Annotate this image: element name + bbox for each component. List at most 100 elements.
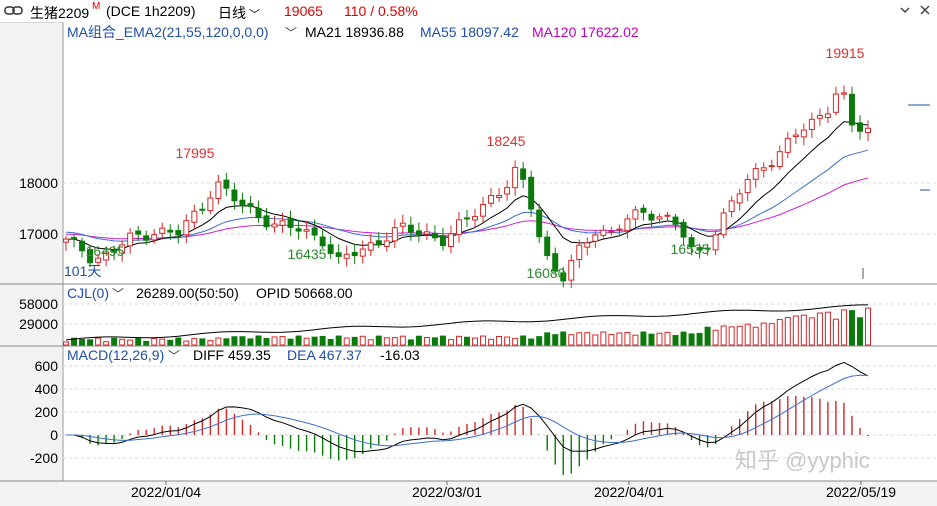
volume-bar (143, 340, 150, 346)
volume-bar (792, 315, 799, 346)
exchange-info: (DCE 1h2209) (106, 3, 196, 19)
candle-body (255, 207, 262, 219)
candle-body (752, 168, 759, 180)
candle-body (303, 229, 310, 232)
volume-bar (784, 317, 791, 346)
volume-bar (664, 331, 671, 346)
volume-bar (119, 338, 126, 346)
opid-value: OPID 50668.00 (256, 285, 353, 301)
chevron-down-icon[interactable]: ﹀ (112, 287, 124, 301)
candle-body (608, 230, 615, 233)
volume-bar (327, 338, 334, 346)
ma120-label: MA120 17622.02 (532, 24, 639, 40)
volume-bar (399, 335, 406, 346)
volume-bar (720, 325, 727, 346)
candle-body (151, 234, 158, 241)
candle-body (544, 236, 551, 256)
link-icon[interactable] (4, 4, 24, 20)
candle-body (520, 168, 527, 180)
candle-body (327, 244, 334, 254)
candle-body (496, 194, 503, 199)
volume-bar (656, 332, 663, 346)
symbol-name[interactable]: 生猪2209 (30, 3, 89, 23)
volume-bar (407, 339, 414, 346)
volume-bar (808, 317, 815, 346)
candle-body (865, 127, 871, 133)
volume-bar (375, 335, 382, 346)
y-tick-label: 400 (35, 381, 59, 397)
candle-body (455, 219, 462, 236)
y-tick-labels: 18000 17000 58000 29000 600 400 200 0 -200 (19, 175, 58, 466)
volume-bar (824, 311, 831, 346)
volume-bar (199, 338, 206, 346)
chevron-down-icon[interactable]: ﹀ (285, 26, 297, 40)
candle-body (712, 234, 719, 251)
volume-bar (415, 335, 422, 346)
volume-bar (127, 339, 134, 346)
candle-body (832, 93, 839, 113)
candle-body (423, 231, 430, 235)
candle-body (632, 209, 639, 220)
volume-bar (359, 335, 366, 346)
candle-body (648, 213, 655, 221)
volume-bar (295, 335, 302, 346)
volume-bar (103, 341, 110, 346)
chevron-down-icon[interactable]: ﹀ (168, 349, 180, 363)
candle-body (592, 234, 599, 242)
price-annotation: 16495 (86, 243, 125, 259)
volume-bar (560, 331, 567, 346)
close-icon[interactable] (918, 3, 932, 20)
x-axis-label: 2022/01/04 (131, 484, 201, 500)
volume-bar (616, 332, 623, 346)
volume-bar (768, 323, 775, 346)
candle-body (672, 216, 679, 225)
candle-body (504, 187, 511, 195)
candle-body (335, 252, 342, 257)
y-tick-label: 0 (50, 427, 58, 443)
volume-bar (760, 322, 767, 346)
y-tick-label: 58000 (19, 296, 58, 312)
period-selector[interactable]: 日线 ﹀ (218, 3, 260, 23)
candlestick-chart[interactable]: 18000 17000 58000 29000 600 400 200 0 -200 17995… (0, 22, 937, 501)
candle-body (616, 228, 623, 231)
volume-indicator-name[interactable]: CJL(0) (67, 285, 109, 301)
candle-body (760, 167, 767, 171)
candle-body (840, 92, 847, 95)
candle-body (367, 242, 374, 251)
candle-body (792, 134, 799, 137)
candle-body (135, 230, 142, 235)
candle-body (536, 209, 543, 238)
days-count: 101天 (64, 263, 101, 279)
volume-bar (488, 338, 495, 346)
candle-body (223, 179, 230, 189)
ma-indicator-name[interactable]: MA组合_EMA2(21,55,120,0,0,0) (67, 24, 269, 40)
candle-body (656, 216, 663, 220)
volume-bar (800, 314, 807, 346)
volume-bar (263, 338, 270, 346)
candle-body (191, 210, 198, 223)
volume-bar (167, 339, 174, 346)
chart-area[interactable]: 18000 17000 58000 29000 600 400 200 0 -200 17995… (0, 22, 937, 501)
chevron-down-icon: ﹀ (246, 9, 261, 21)
candle-body (488, 194, 495, 204)
volume-bar (255, 335, 262, 346)
candle-body (127, 232, 134, 247)
ma55-label: MA55 18097.42 (420, 24, 519, 40)
y-tick-label: 29000 (19, 316, 58, 332)
volume-bar (688, 333, 695, 346)
volume-bar (87, 339, 94, 346)
last-price: 19065 (284, 3, 323, 19)
candle-body (576, 244, 583, 261)
candle-body (528, 176, 535, 210)
volume-bar (464, 336, 470, 346)
volume-bar (175, 337, 182, 346)
macd-indicator-name[interactable]: MACD(12,26,9) (67, 347, 164, 363)
volume-bar (351, 336, 358, 346)
candle-body (856, 122, 863, 132)
y-tick-label: -200 (30, 450, 58, 466)
volume-bar (624, 332, 631, 346)
candle-body (183, 220, 190, 236)
minimize-icon[interactable] (898, 3, 912, 20)
macd-value: -16.03 (380, 347, 420, 363)
candle-body (343, 253, 350, 259)
